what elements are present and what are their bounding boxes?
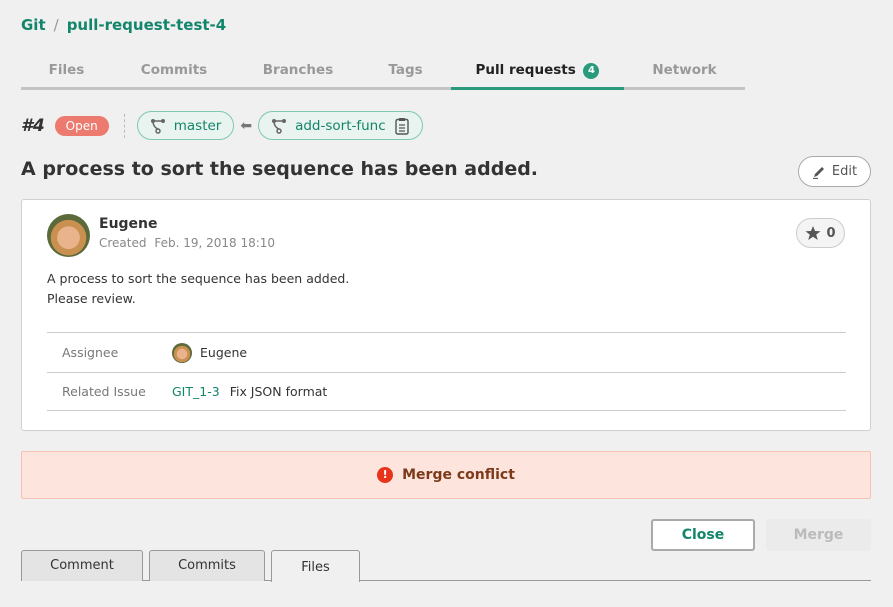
description-line: Please review.: [47, 291, 136, 306]
target-branch-pill[interactable]: master: [136, 111, 235, 140]
breadcrumb-repo-link[interactable]: pull-request-test-4: [67, 16, 227, 34]
related-issue-value: GIT_1-3 Fix JSON format: [172, 384, 327, 399]
close-button[interactable]: Close: [651, 519, 755, 551]
tab-label: Tags: [388, 62, 423, 78]
assignee-avatar: [172, 342, 192, 363]
repo-nav-tabs: Files Commits Branches Tags Pull request…: [21, 58, 745, 90]
pull-request-card: Eugene Created Feb. 19, 2018 18:10 0 A p…: [21, 199, 871, 431]
pull-request-count-badge: 4: [583, 63, 600, 79]
tab-commits[interactable]: Commits: [112, 58, 236, 87]
alert-message: Merge conflict: [402, 467, 515, 483]
pr-info-table: Assignee Eugene Related Issue GIT_1-3 Fi…: [47, 332, 846, 411]
related-issue-title: Fix JSON format: [229, 384, 328, 399]
related-issue-row: Related Issue GIT_1-3 Fix JSON format: [47, 372, 846, 411]
author-name[interactable]: Eugene: [99, 216, 158, 232]
tab-network[interactable]: Network: [624, 58, 745, 87]
related-issue-label: Related Issue: [62, 384, 146, 399]
branch-icon: [272, 118, 287, 134]
star-icon: [805, 226, 821, 240]
assignee-row: Assignee Eugene: [47, 332, 846, 372]
source-branch-pill[interactable]: add-sort-func: [258, 111, 423, 140]
tab-branches[interactable]: Branches: [236, 58, 360, 87]
clipboard-icon[interactable]: [394, 117, 410, 135]
pr-number: #4: [21, 115, 45, 136]
star-button[interactable]: 0: [796, 218, 845, 248]
tab-files[interactable]: Files: [21, 58, 112, 87]
branch-icon: [150, 118, 165, 134]
merge-conflict-alert: ! Merge conflict: [21, 451, 871, 499]
assignee-name[interactable]: Eugene: [200, 345, 247, 360]
assignee-value: Eugene: [172, 342, 247, 363]
pr-meta-row: #4 Open master ⬅ add-sort-func: [21, 111, 423, 140]
merge-button[interactable]: Merge: [766, 519, 871, 551]
page-title: A process to sort the sequence has been …: [21, 158, 539, 180]
detail-tabs: Comment Commits Files: [21, 550, 871, 582]
tab-label: Branches: [262, 62, 334, 78]
tab-files-detail[interactable]: Files: [271, 550, 360, 582]
breadcrumb: Git / pull-request-test-4: [21, 16, 226, 34]
description-line: A process to sort the sequence has been …: [47, 271, 350, 286]
tab-tags[interactable]: Tags: [360, 58, 451, 87]
tab-label: Pull requests: [475, 62, 576, 78]
created-date: Feb. 19, 2018 18:10: [154, 236, 276, 250]
breadcrumb-separator: /: [53, 16, 59, 34]
status-badge: Open: [54, 115, 109, 136]
assignee-label: Assignee: [62, 345, 119, 360]
breadcrumb-root-link[interactable]: Git: [21, 16, 46, 34]
created-info: Created Feb. 19, 2018 18:10: [99, 236, 275, 250]
star-count: 0: [826, 225, 836, 241]
created-label: Created: [99, 236, 147, 250]
tab-comment[interactable]: Comment: [21, 550, 143, 581]
source-branch-name: add-sort-func: [295, 117, 386, 134]
tab-label: Commits: [140, 62, 208, 78]
tab-label: Files: [48, 62, 85, 78]
arrow-left-icon: ⬅: [240, 117, 253, 134]
avatar[interactable]: [47, 214, 90, 257]
tab-commits-detail[interactable]: Commits: [149, 550, 265, 581]
divider: [123, 113, 125, 138]
edit-label: Edit: [831, 164, 858, 179]
pencil-icon: [812, 166, 824, 179]
target-branch-name: master: [173, 117, 222, 134]
tab-pull-requests[interactable]: Pull requests 4: [451, 58, 624, 90]
tab-label: Network: [652, 62, 717, 78]
related-issue-link[interactable]: GIT_1-3: [172, 384, 220, 399]
edit-button[interactable]: Edit: [798, 156, 871, 187]
error-icon: !: [377, 467, 394, 483]
pr-description: A process to sort the sequence has been …: [47, 269, 349, 309]
